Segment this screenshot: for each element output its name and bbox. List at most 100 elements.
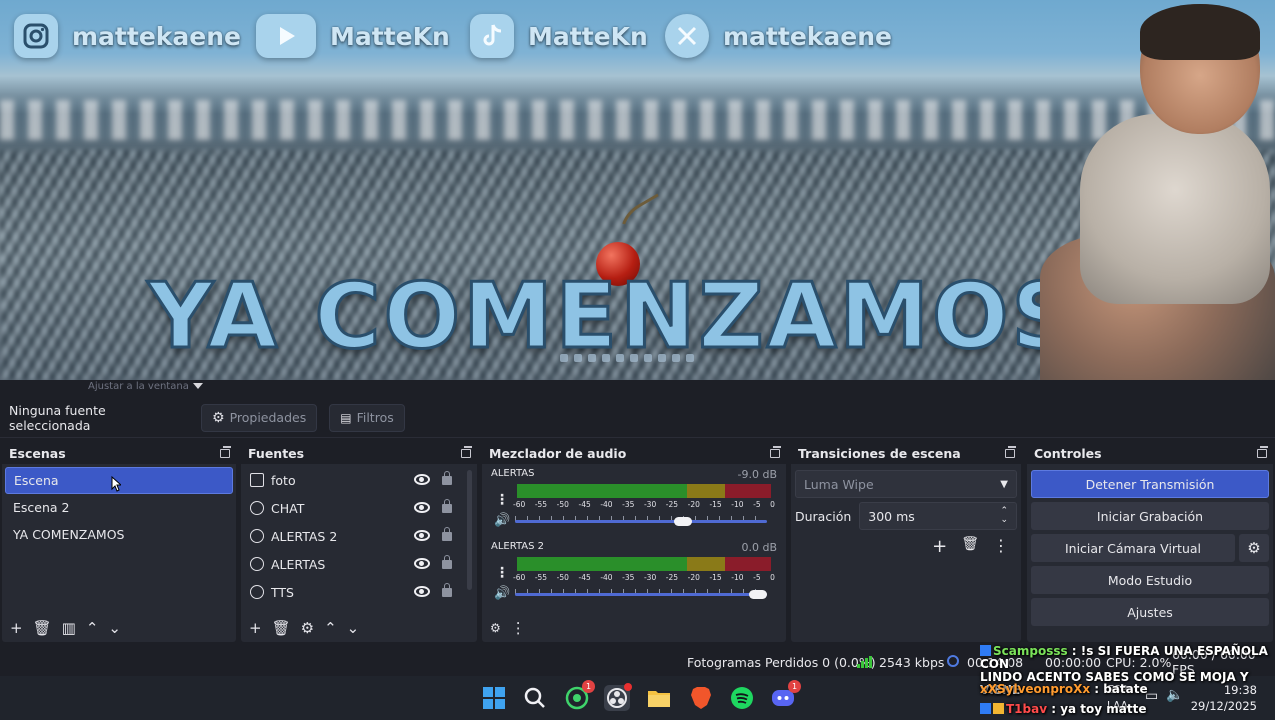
scene-item-escena-2[interactable]: Escena 2	[5, 494, 233, 521]
volume-slider[interactable]	[515, 593, 767, 596]
controls-dock: Controles Detener Transmisión Iniciar Gr…	[1027, 442, 1273, 642]
filters-label: Filtros	[356, 410, 394, 425]
channel-db: 0.0 dB	[741, 541, 777, 554]
settings-button[interactable]: Ajustes	[1031, 598, 1269, 626]
meter-tick-label: -60	[513, 573, 526, 582]
eye-icon[interactable]	[414, 586, 430, 597]
virtual-cam-settings-button[interactable]: ⚙	[1239, 534, 1269, 562]
stop-stream-button[interactable]: Detener Transmisión	[1031, 470, 1269, 498]
source-item-tts[interactable]: TTS	[241, 578, 477, 606]
add-transition-icon[interactable]: +	[932, 536, 947, 557]
lock-icon[interactable]	[442, 499, 452, 513]
more-options-icon[interactable]: ⋮	[493, 491, 511, 509]
undock-icon[interactable]	[220, 445, 231, 458]
eye-icon[interactable]	[414, 502, 430, 513]
trash-icon[interactable]: 🗑	[33, 619, 52, 637]
lock-icon[interactable]	[442, 583, 452, 597]
instagram-icon	[14, 14, 58, 58]
x-icon	[665, 14, 709, 58]
eye-icon[interactable]	[414, 558, 430, 569]
volume-knob[interactable]	[674, 517, 693, 526]
undock-icon[interactable]	[1257, 445, 1268, 458]
eye-icon[interactable]	[414, 530, 430, 541]
mixer-channel: ALERTAS 2 0.0 dB ⋮ -60 -55 -50 -45 -40 -35 -30-…	[482, 537, 786, 610]
volume-slider[interactable]	[515, 520, 767, 523]
meter-tick-label: -20	[687, 500, 700, 509]
meter-tick-label: -15	[709, 573, 722, 582]
chevron-down-icon[interactable]	[193, 383, 203, 389]
add-source-icon[interactable]: +	[249, 619, 262, 637]
source-item-alertas-2[interactable]: ALERTAS 2	[241, 522, 477, 550]
filters-icon[interactable]: ▥	[62, 619, 76, 637]
duration-value: 300 ms	[868, 508, 915, 524]
add-scene-icon[interactable]: +	[10, 619, 23, 637]
folder-icon[interactable]	[646, 685, 672, 711]
more-options-icon[interactable]: ⋮	[493, 564, 511, 582]
gear-icon[interactable]: ⚙	[301, 619, 314, 637]
transition-select[interactable]: Luma Wipe ▼	[795, 470, 1017, 498]
whatsapp-icon[interactable]: 1	[564, 680, 595, 711]
chat-user: T1bav	[1006, 702, 1048, 716]
social-name: MatteKn	[330, 21, 450, 51]
meter-tick-label: -45	[578, 500, 591, 509]
advanced-audio-icon[interactable]: ⚙	[490, 621, 501, 635]
lock-icon[interactable]	[442, 471, 452, 485]
source-item-foto[interactable]: foto	[241, 466, 477, 494]
sources-scrollbar[interactable]	[467, 470, 472, 590]
brave-icon[interactable]	[688, 685, 714, 711]
volume-meter	[517, 484, 771, 498]
volume-knob[interactable]	[749, 590, 767, 599]
trash-icon[interactable]: 🗑	[961, 536, 979, 557]
stream-status-icon	[947, 655, 959, 667]
headline-text: YA COMENZAMOS	[146, 264, 1080, 369]
undock-icon[interactable]	[461, 445, 472, 458]
meter-tick-label: -55	[534, 500, 548, 509]
spotify-icon[interactable]	[729, 685, 755, 711]
move-down-icon[interactable]: ⌄	[108, 619, 121, 637]
chat-user: xXSylveonproXx	[980, 682, 1091, 696]
lock-icon[interactable]	[442, 527, 452, 541]
preview-scaling-strip: Ajustar a la ventana	[0, 380, 1275, 396]
spin-arrows-icon[interactable]: ⌃ ⌄	[1000, 507, 1008, 525]
more-options-icon[interactable]: ⋮	[993, 536, 1009, 557]
globe-icon	[250, 529, 264, 543]
scene-item-escena[interactable]: Escena	[5, 467, 233, 494]
chevron-down-icon: ▼	[1000, 478, 1008, 490]
more-options-icon[interactable]: ⋮	[511, 619, 526, 637]
source-item-chat[interactable]: CHAT	[241, 494, 477, 522]
move-down-icon[interactable]: ⌄	[347, 619, 360, 637]
scene-item-ya-comenzamos[interactable]: YA COMENZAMOS	[5, 521, 233, 548]
social-youtube: MatteKn	[256, 14, 450, 58]
undock-icon[interactable]	[1005, 445, 1016, 458]
mixer-toolbar: ⚙ ⋮	[482, 614, 786, 642]
duration-spinbox[interactable]: 300 ms ⌃ ⌄	[859, 502, 1017, 530]
scaling-label[interactable]: Ajustar a la ventana	[88, 380, 189, 394]
start-recording-button[interactable]: Iniciar Grabación	[1031, 502, 1269, 530]
meter-tick-label: -30	[643, 500, 657, 509]
undock-icon[interactable]	[770, 445, 781, 458]
speaker-icon[interactable]: 🔊	[494, 586, 510, 601]
move-up-icon[interactable]: ⌃	[324, 619, 337, 637]
filters-button[interactable]: ▤ Filtros	[329, 403, 405, 432]
search-icon[interactable]	[522, 685, 548, 711]
trash-icon[interactable]: 🗑	[272, 619, 291, 637]
mixer-channel: ALERTAS -9.0 dB ⋮ -60 -55 -50 -45 -40 -35 -30 -2…	[482, 464, 786, 537]
meter-tick-label: -30	[643, 573, 657, 582]
discord-icon[interactable]: 1	[770, 680, 801, 711]
meter-tick-label: -50	[556, 573, 569, 582]
speaker-icon[interactable]: 🔊	[494, 513, 510, 528]
transitions-dock: Transiciones de escena Luma Wipe ▼ Durac…	[791, 442, 1021, 642]
move-up-icon[interactable]: ⌃	[86, 619, 99, 637]
lock-icon[interactable]	[442, 555, 452, 569]
sources-title: Fuentes	[248, 445, 305, 461]
eye-icon[interactable]	[414, 474, 430, 485]
meter-tick-label: -40	[600, 500, 613, 509]
windows-start-icon[interactable]	[481, 685, 507, 711]
start-virtual-cam-button[interactable]: Iniciar Cámara Virtual	[1031, 534, 1235, 562]
obs-taskbar-icon[interactable]	[604, 683, 632, 711]
chat-user: Scamposss	[993, 644, 1068, 658]
properties-button[interactable]: ⚙ Propiedades	[201, 403, 318, 432]
source-item-alertas[interactable]: ALERTAS	[241, 550, 477, 578]
stream-preview: mattekaene MatteKn MatteKn mattekaene YA…	[0, 0, 1275, 380]
studio-mode-button[interactable]: Modo Estudio	[1031, 566, 1269, 594]
